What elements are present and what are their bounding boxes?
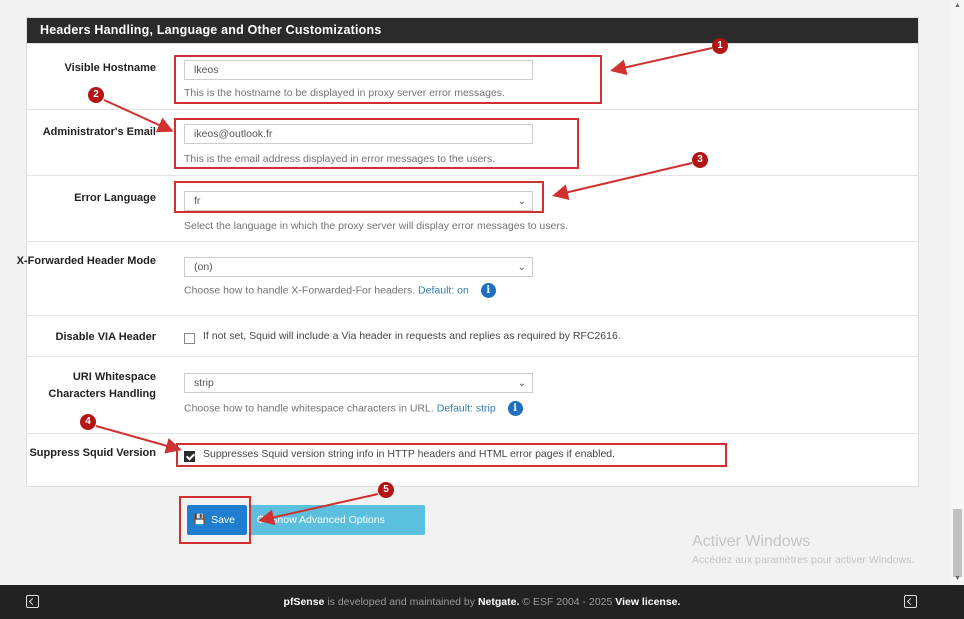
page-footer: pfSense is developed and maintained by N… [0,585,964,619]
scroll-up-arrow-icon[interactable]: ▲ [954,2,961,9]
expand-icon[interactable] [904,595,917,608]
arrow-4 [95,425,182,454]
footer-text-1: is developed and maintained by [324,596,478,608]
footer-company-link[interactable]: Netgate. [478,596,519,608]
watermark-subtitle: Accédez aux paramètres pour activer Wind… [692,554,915,566]
footer-text-2: © ESF 2004 - 2025 [519,596,616,608]
expand-icon[interactable] [26,595,39,608]
annotation-arrows [95,47,713,526]
annotation-marker-3: 3 [692,152,708,168]
annotation-marker-1: 1 [712,38,728,54]
arrow-1 [610,47,713,76]
windows-activation-watermark: Activer Windows Accédez aux paramètres p… [692,533,932,566]
scroll-thumb[interactable] [953,509,962,577]
scroll-down-arrow-icon[interactable]: ▼ [954,575,961,582]
footer-license-link[interactable]: View license. [615,596,680,608]
annotation-marker-2: 2 [88,87,104,103]
arrow-5 [258,493,379,526]
page-scrollbar[interactable]: ▲ ▼ [951,0,964,585]
annotation-marker-5: 5 [378,482,394,498]
arrow-2 [103,99,174,133]
annotation-marker-4: 4 [80,414,96,430]
footer-brand: pfSense [283,596,325,608]
arrow-3 [552,162,693,201]
watermark-title: Activer Windows [692,533,811,550]
